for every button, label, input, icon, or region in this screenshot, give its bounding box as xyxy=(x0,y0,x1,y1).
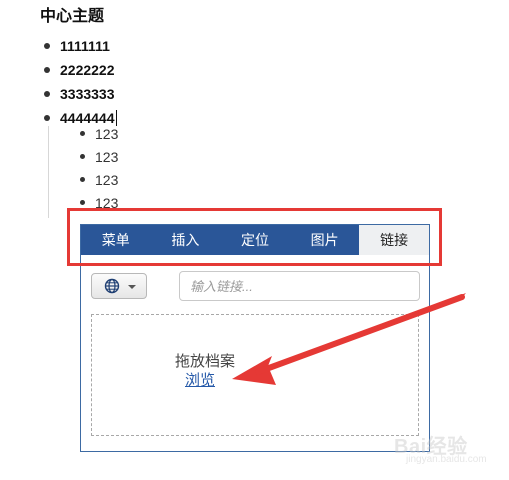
bullet-icon xyxy=(80,200,85,205)
bullet-icon xyxy=(44,43,50,49)
caret-down-icon xyxy=(128,285,136,289)
subtopic-item-label: 123 xyxy=(95,149,119,165)
subtopic-item[interactable]: 123 xyxy=(80,124,118,147)
outline-guide-line xyxy=(48,126,49,218)
topic-item[interactable]: 3333333 xyxy=(44,84,117,108)
link-toolbar xyxy=(91,271,421,303)
topic-list: 1111111 2222222 3333333 4444444 xyxy=(44,36,117,132)
topic-item[interactable]: 1111111 xyxy=(44,36,117,60)
subtopic-item[interactable]: 123 xyxy=(80,170,118,193)
baidu-watermark: Bai经验 jingyan.baidu.com xyxy=(386,426,502,468)
watermark-url: jingyan.baidu.com xyxy=(406,454,487,465)
globe-icon xyxy=(104,278,120,294)
bullet-icon xyxy=(44,115,50,121)
link-url-input[interactable] xyxy=(179,271,420,301)
annotation-highlight-box xyxy=(67,208,442,266)
bullet-icon xyxy=(44,91,50,97)
browse-link[interactable]: 浏览 xyxy=(185,372,215,390)
bullet-icon xyxy=(44,67,50,73)
protocol-dropdown-button[interactable] xyxy=(91,273,147,299)
bullet-icon xyxy=(80,154,85,159)
bullet-icon xyxy=(80,177,85,182)
bullet-icon xyxy=(80,131,85,136)
file-dropzone[interactable]: 拖放档案 浏览 xyxy=(91,314,419,436)
subtopic-item-label: 123 xyxy=(95,126,119,142)
subtopic-item-label: 123 xyxy=(95,172,119,188)
topic-item-label: 2222222 xyxy=(60,62,115,78)
central-topic-title[interactable]: 中心主题 xyxy=(40,6,104,28)
subtopic-item[interactable]: 123 xyxy=(80,147,118,170)
topic-item-label: 3333333 xyxy=(60,86,115,102)
topic-item[interactable]: 2222222 xyxy=(44,60,117,84)
dropzone-label: 拖放档案 xyxy=(174,353,235,370)
subtopic-list: 123 123 123 123 xyxy=(80,124,118,216)
topic-item-label: 1111111 xyxy=(60,38,110,54)
screen-root: 中心主题 1111111 2222222 3333333 4444444 123… xyxy=(0,0,509,480)
